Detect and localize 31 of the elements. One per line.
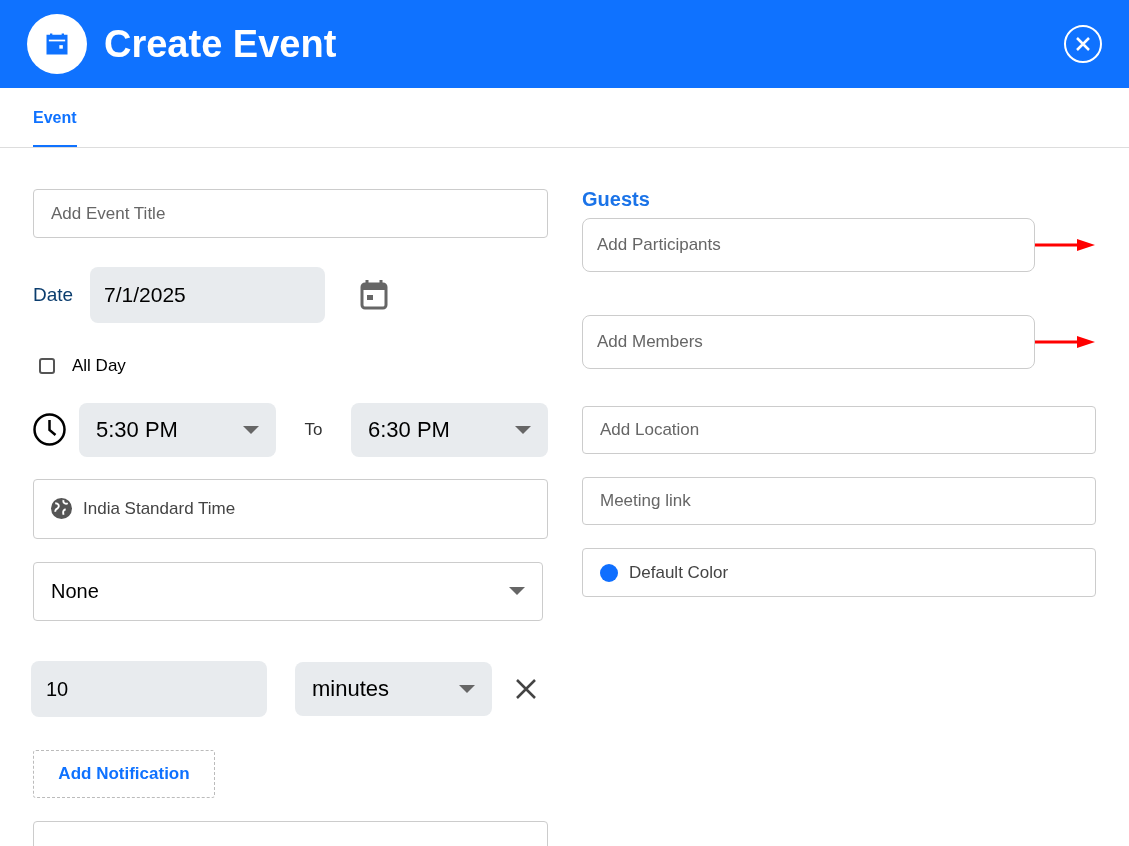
repeat-select[interactable]: None — [33, 561, 543, 621]
caret-icon — [459, 684, 475, 693]
start-time-select[interactable]: 5:30 PM — [79, 402, 276, 457]
timezone-field[interactable]: India Standard Time — [33, 478, 548, 539]
caret-icon — [515, 425, 531, 434]
guest-field[interactable]: Add Participants — [582, 218, 1035, 272]
globe-icon — [51, 498, 72, 519]
all-day-label: All Day — [72, 355, 126, 377]
date-label: Date — [33, 282, 75, 307]
event-title-field[interactable]: Add Event Title — [33, 189, 548, 238]
all-day-checkbox[interactable] — [39, 357, 55, 374]
notification-amount-field[interactable]: 10 — [31, 660, 267, 717]
add-notification-button[interactable]: Add Notification — [33, 749, 215, 798]
clock-icon — [33, 413, 66, 446]
close-icon — [1075, 36, 1091, 52]
caret-icon — [509, 587, 525, 595]
window-title: Create Event — [104, 21, 337, 67]
notification-unit-select[interactable]: minutes — [295, 661, 492, 716]
date-field[interactable]: 7/1/2025 — [90, 267, 325, 323]
location-field[interactable]: Add Location — [582, 406, 1096, 454]
color-select[interactable]: Default Color — [582, 548, 1096, 597]
caret-icon — [243, 425, 259, 434]
close-button[interactable] — [1064, 25, 1102, 63]
to-label: To — [304, 418, 323, 441]
guests-heading: Guests — [582, 189, 651, 209]
guest-field[interactable]: Add Members — [582, 315, 1035, 369]
calendar-icon[interactable] — [360, 280, 388, 310]
meeting-link-field[interactable]: Meeting link — [582, 477, 1096, 525]
tab[interactable]: Event — [33, 88, 77, 147]
end-time-select[interactable]: 6:30 PM — [351, 402, 548, 457]
close-icon[interactable] — [515, 677, 537, 700]
